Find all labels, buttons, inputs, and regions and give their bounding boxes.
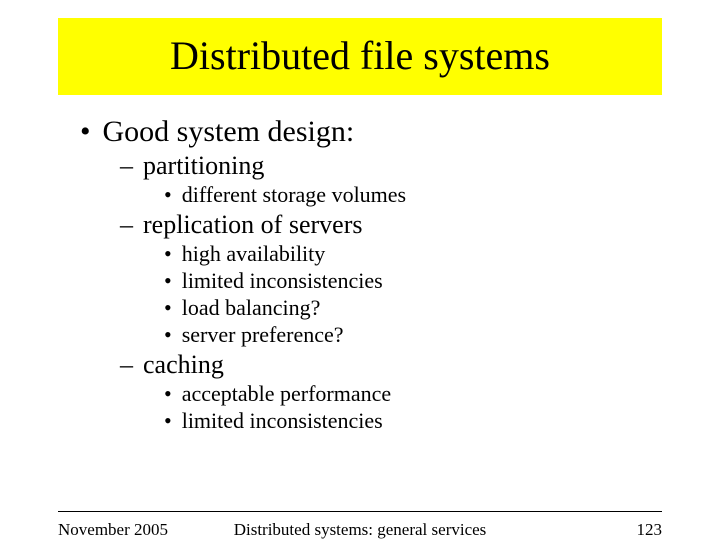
bullet-dash-icon: – bbox=[120, 151, 133, 181]
bullet-text: limited inconsistencies bbox=[182, 408, 383, 434]
bullet-level1: • Good system design: bbox=[80, 115, 662, 149]
bullet-text: different storage volumes bbox=[182, 182, 406, 208]
bullet-level3: • acceptable performance bbox=[164, 381, 662, 407]
bullet-level3: • different storage volumes bbox=[164, 182, 662, 208]
title-band: Distributed file systems bbox=[58, 18, 662, 95]
bullet-text: limited inconsistencies bbox=[182, 268, 383, 294]
slide-title: Distributed file systems bbox=[58, 32, 662, 79]
footer-title: Distributed systems: general services bbox=[234, 520, 487, 540]
bullet-dot-icon: • bbox=[164, 182, 172, 208]
bullet-dot-icon: • bbox=[164, 241, 172, 267]
bullet-level3: • server preference? bbox=[164, 322, 662, 348]
bullet-dot-icon: • bbox=[164, 322, 172, 348]
bullet-text: caching bbox=[143, 350, 224, 380]
bullet-level2: – caching bbox=[120, 350, 662, 380]
bullet-level3: • high availability bbox=[164, 241, 662, 267]
bullet-level3: • limited inconsistencies bbox=[164, 268, 662, 294]
bullet-text: server preference? bbox=[182, 322, 344, 348]
footer-page-number: 123 bbox=[637, 520, 663, 540]
bullet-text: partitioning bbox=[143, 151, 264, 181]
bullet-level3: • load balancing? bbox=[164, 295, 662, 321]
bullet-dot-icon: • bbox=[164, 268, 172, 294]
content-area: • Good system design: – partitioning • d… bbox=[0, 95, 720, 434]
footer-date: November 2005 bbox=[58, 520, 168, 540]
bullet-level2: – replication of servers bbox=[120, 210, 662, 240]
bullet-dash-icon: – bbox=[120, 210, 133, 240]
bullet-level3: • limited inconsistencies bbox=[164, 408, 662, 434]
bullet-text: load balancing? bbox=[182, 295, 321, 321]
footer: November 2005 Distributed systems: gener… bbox=[58, 520, 662, 540]
bullet-text: replication of servers bbox=[143, 210, 362, 240]
bullet-dot-icon: • bbox=[164, 381, 172, 407]
bullet-dot-icon: • bbox=[164, 408, 172, 434]
bullet-dot-icon: • bbox=[164, 295, 172, 321]
bullet-text: acceptable performance bbox=[182, 381, 391, 407]
footer-divider bbox=[58, 511, 662, 512]
bullet-text: high availability bbox=[182, 241, 326, 267]
bullet-dash-icon: – bbox=[120, 350, 133, 380]
bullet-dot-icon: • bbox=[80, 115, 91, 149]
bullet-level2: – partitioning bbox=[120, 151, 662, 181]
bullet-text: Good system design: bbox=[103, 115, 355, 149]
